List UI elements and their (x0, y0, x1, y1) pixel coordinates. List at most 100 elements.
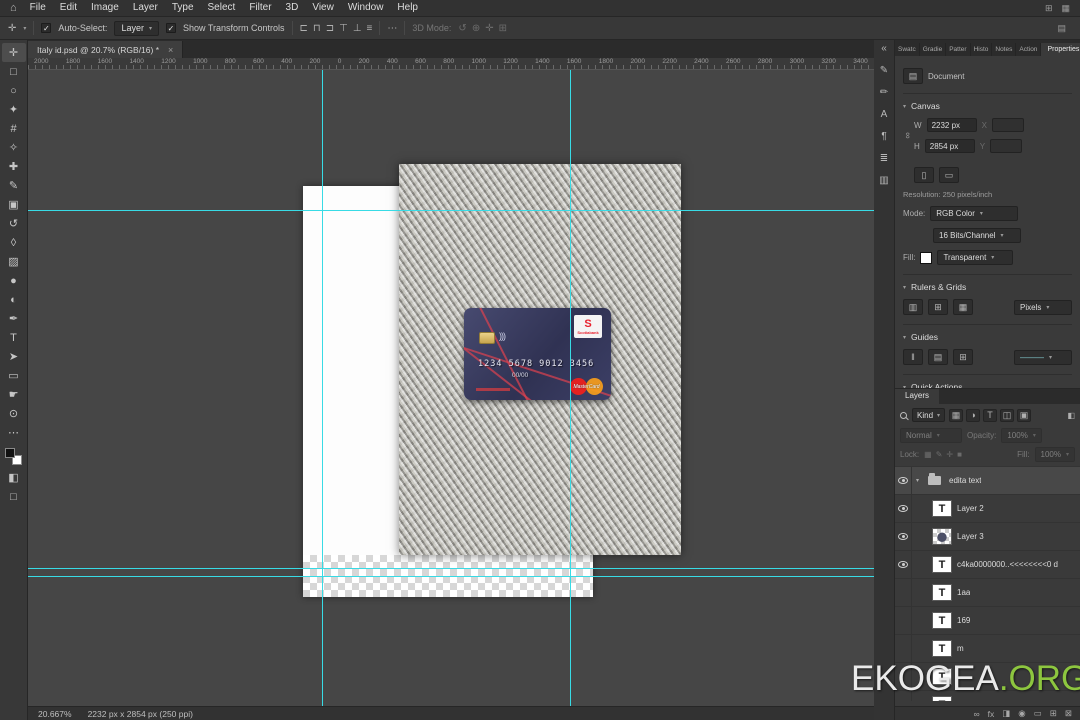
layer-thumbnail[interactable]: T (932, 556, 952, 573)
color-mode-dropdown[interactable]: RGB Color ▾ (930, 206, 1019, 221)
layer-row[interactable]: ▾ edita text (895, 467, 1080, 495)
close-icon[interactable]: × (168, 45, 173, 55)
more-options-icon[interactable]: ⋯ (387, 23, 397, 34)
layer-name[interactable]: m (957, 644, 964, 653)
crop-tool[interactable]: # (2, 119, 26, 138)
align-left-icon[interactable]: ⊏ (300, 23, 308, 34)
height-field[interactable]: 2854 px (924, 139, 975, 153)
credit-card-image[interactable]: ))) S Scotiabank 1234 5678 9012 3456 00/… (464, 308, 611, 400)
path-select-tool[interactable]: ➤ (2, 347, 26, 366)
share-icon[interactable]: ⊞ (1045, 3, 1053, 14)
foreground-background-swatches[interactable] (5, 448, 22, 465)
layer-row[interactable]: T 1aa (895, 579, 1080, 607)
layer-row[interactable]: T 169 (895, 607, 1080, 635)
menu-item[interactable]: Type (165, 0, 201, 16)
panel-tab[interactable]: Patter (946, 43, 971, 56)
brush-settings-icon[interactable]: ✎ (880, 66, 888, 76)
layer-effects-icon[interactable]: fx (988, 709, 995, 719)
history-brush-tool[interactable]: ↺ (2, 214, 26, 233)
layer-row[interactable]: T c4ka0000000..<<<<<<<<0 d (895, 551, 1080, 579)
lock-position-icon[interactable]: ✛ (946, 450, 953, 459)
quick-mask-mode[interactable]: ◧ (2, 468, 26, 487)
shape-tool[interactable]: ▭ (2, 366, 26, 385)
menu-item[interactable]: Filter (242, 0, 278, 16)
portrait-orientation-button[interactable]: ▯ (914, 167, 934, 183)
layer-visibility-toggle[interactable] (895, 607, 912, 634)
guide-vertical[interactable] (322, 70, 323, 706)
move-tool[interactable]: ✛ (1, 43, 26, 62)
opacity-field[interactable]: 100% ▾ (1001, 428, 1042, 443)
tool-preset-caret-icon[interactable]: ▾ (23, 25, 26, 32)
panel-tab[interactable]: Gradie (920, 43, 947, 56)
lasso-tool[interactable]: ○ (2, 81, 26, 100)
layer-visibility-toggle[interactable] (895, 635, 912, 662)
glyphs-panel-icon[interactable]: ≣ (880, 154, 888, 164)
menu-item[interactable]: Window (341, 0, 391, 16)
guide-horizontal[interactable] (28, 210, 874, 211)
lock-transparency-icon[interactable]: ▦ (924, 450, 932, 459)
layer-thumbnail[interactable]: T (932, 500, 952, 517)
filter-pixel-layers-icon[interactable]: ▦ (949, 408, 964, 422)
clear-guides-icon[interactable]: ⊞ (953, 349, 973, 365)
paragraph-panel-icon[interactable]: ¶ (881, 132, 886, 142)
clone-source-icon[interactable]: ✏ (880, 88, 888, 98)
menu-item[interactable]: File (23, 0, 53, 16)
layer-mask-icon[interactable]: ◨ (1002, 708, 1010, 719)
grid-settings-icon[interactable]: ▦ (953, 299, 973, 315)
menu-item[interactable]: Image (84, 0, 126, 16)
layer-name[interactable]: c4ka0000000..<<<<<<<<0 d (957, 560, 1058, 569)
layer-thumbnail[interactable]: T (932, 612, 952, 629)
tab-layers[interactable]: Layers (895, 389, 940, 404)
bit-depth-dropdown[interactable]: 16 Bits/Channel ▾ (933, 228, 1021, 243)
new-layer-icon[interactable]: ⊞ (1050, 708, 1057, 719)
ruler-icon[interactable]: ▥ (903, 299, 923, 315)
layer-name[interactable]: edita text (949, 476, 981, 485)
layer-name[interactable]: 01.01.1990 (957, 700, 997, 701)
width-field[interactable]: 2232 px (926, 118, 977, 132)
fill-field[interactable]: 100% ▾ (1034, 447, 1075, 462)
ruler-units-dropdown[interactable]: Pixels ▾ (1014, 299, 1072, 315)
layer-visibility-toggle[interactable] (895, 551, 912, 578)
layer-name[interactable]: Layer 3 (957, 532, 984, 541)
zoom-level[interactable]: 20.667% (38, 709, 72, 719)
filter-kind-dropdown[interactable]: Kind ▾ (912, 408, 946, 422)
layer-thumbnail[interactable] (932, 528, 952, 545)
workspace-icon[interactable]: ▤ (1057, 23, 1066, 34)
document-info[interactable]: 2232 px x 2854 px (250 ppi) (88, 709, 193, 719)
canvas-section-header[interactable]: ▾ Canvas (903, 93, 1072, 111)
adjustment-layer-icon[interactable]: ◉ (1018, 708, 1025, 719)
guides-section-header[interactable]: ▾ Guides (903, 324, 1072, 342)
lock-all-icon[interactable]: ■ (957, 450, 962, 459)
layer-row[interactable]: T Layer 2 (895, 495, 1080, 523)
new-group-icon[interactable]: ▭ (1034, 708, 1042, 719)
horizontal-ruler[interactable]: 2000 1800 1600 1400 1200 1000 800 600 400 200 0 200… (28, 58, 874, 70)
guide-style-dropdown[interactable]: ——— ▾ (1014, 349, 1072, 365)
pen-tool[interactable]: ✒ (2, 309, 26, 328)
hand-tool[interactable]: ☛ (2, 385, 26, 404)
rulers-grids-section-header[interactable]: ▾ Rulers & Grids (903, 274, 1072, 292)
zoom-tool[interactable]: ⊙ (2, 404, 26, 423)
layer-name[interactable]: 1aa (957, 588, 970, 597)
layer-visibility-toggle[interactable] (895, 467, 912, 494)
marquee-tool[interactable]: □ (2, 62, 26, 81)
lock-paint-icon[interactable]: ✎ (936, 450, 943, 459)
canvas-fill-dropdown[interactable]: Transparent ▾ (937, 250, 1014, 265)
guide-horizontal[interactable] (28, 568, 874, 569)
eyedropper-tool[interactable]: ✧ (2, 138, 26, 157)
magic-wand-tool[interactable]: ✦ (2, 100, 26, 119)
edit-toolbar[interactable]: ⋯ (2, 423, 26, 442)
filter-smart-objects-icon[interactable]: ▣ (1017, 408, 1032, 422)
lock-guides-icon[interactable]: ▤ (928, 349, 948, 365)
guide-vertical[interactable] (570, 70, 571, 706)
filter-type-layers-icon[interactable]: T (983, 408, 998, 422)
blur-tool[interactable]: ● (2, 271, 26, 290)
workspace-switcher-icon[interactable]: ▦ (1061, 3, 1070, 14)
filter-shape-layers-icon[interactable]: ◫ (1000, 408, 1015, 422)
dodge-tool[interactable]: ◐ (2, 290, 26, 309)
new-guide-layout-icon[interactable]: ‖ (903, 349, 923, 365)
link-layers-icon[interactable]: ∞ (974, 709, 980, 719)
align-center-icon[interactable]: ⊓ (313, 23, 321, 34)
foreground-color-swatch[interactable] (5, 448, 15, 458)
show-transform-checkbox[interactable]: ✓ (165, 23, 176, 33)
clone-stamp-tool[interactable]: ▣ (2, 195, 26, 214)
